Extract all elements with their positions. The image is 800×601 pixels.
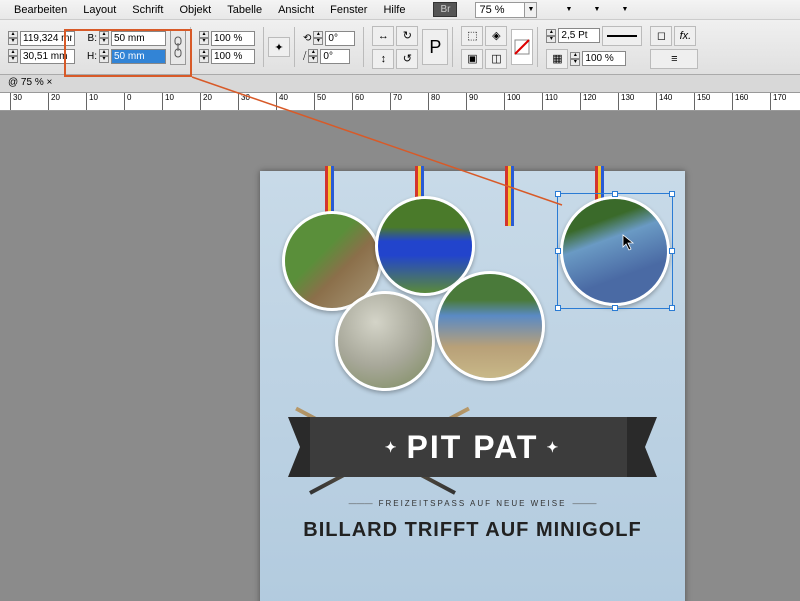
rotate-ccw-icon[interactable]: ↺ xyxy=(396,49,418,69)
scale-x-input[interactable] xyxy=(211,31,255,46)
shear-input[interactable] xyxy=(320,49,350,64)
text-wrap-icon[interactable]: ≡ xyxy=(650,49,698,69)
menu-hilfe[interactable]: Hilfe xyxy=(375,2,413,18)
view-mode-1-icon[interactable]: ▼ xyxy=(557,2,579,18)
scale-x-spinner[interactable]: ▴▾ xyxy=(199,31,209,45)
photo-circle-5[interactable] xyxy=(435,271,545,381)
view-mode-3-icon[interactable]: ▼ xyxy=(613,2,635,18)
opacity-input[interactable] xyxy=(582,51,626,66)
rotate-spinner[interactable]: ▴▾ xyxy=(313,31,323,45)
ribbon-decoration xyxy=(505,166,513,226)
view-mode-2-icon[interactable]: ▼ xyxy=(585,2,607,18)
zoom-dropdown[interactable]: ▼ xyxy=(525,2,537,18)
fill-none-icon[interactable] xyxy=(511,29,533,65)
effects-icon[interactable]: ✦ xyxy=(268,37,290,57)
stroke-style-dropdown[interactable] xyxy=(602,26,642,46)
paragraph-icon[interactable]: P xyxy=(422,29,448,65)
menu-bearbeiten[interactable]: Bearbeiten xyxy=(6,2,75,18)
stroke-weight-spinner[interactable]: ▴▾ xyxy=(546,29,556,43)
flip-h-icon[interactable]: ↔ xyxy=(372,26,394,46)
x-position-input[interactable] xyxy=(20,31,75,46)
height-input[interactable] xyxy=(111,49,166,64)
flyer-subhead: BILLARD TRIFFT AUF MINIGOLF xyxy=(260,519,685,542)
selection-box xyxy=(557,193,673,309)
fx-icon[interactable]: fx. xyxy=(674,26,696,46)
flyer-title: PIT PAT xyxy=(407,429,539,466)
star-icon: ✦ xyxy=(538,439,568,456)
scale-y-input[interactable] xyxy=(211,49,255,64)
fit-frame-icon[interactable]: ▣ xyxy=(461,49,483,69)
width-spinner[interactable]: ▴▾ xyxy=(99,31,109,45)
menu-tabelle[interactable]: Tabelle xyxy=(219,2,270,18)
bridge-button[interactable]: Br xyxy=(433,2,457,17)
control-bar: ▴▾ ▴▾ B: ▴▾ H: ▴▾ ▴▾ ▴▾ ✦ xyxy=(0,20,800,75)
opacity-spinner[interactable]: ▴▾ xyxy=(570,52,580,66)
document-tab[interactable]: @ 75 % × xyxy=(0,75,800,93)
document-canvas[interactable]: ✦PIT PAT✦ FREIZEITSPASS AUF NEUE WEISE B… xyxy=(0,111,800,601)
menu-ansicht[interactable]: Ansicht xyxy=(270,2,322,18)
select-container-icon[interactable]: ⬚ xyxy=(461,26,483,46)
rotate-icon: ⟲ xyxy=(303,33,311,44)
select-content-icon[interactable]: ◈ xyxy=(485,26,507,46)
menu-objekt[interactable]: Objekt xyxy=(171,2,219,18)
menu-fenster[interactable]: Fenster xyxy=(322,2,375,18)
shear-icon: ⧸ xyxy=(303,51,306,62)
flip-v-icon[interactable]: ↕ xyxy=(372,49,394,69)
stroke-weight-input[interactable] xyxy=(558,28,600,43)
flyer-page[interactable]: ✦PIT PAT✦ FREIZEITSPASS AUF NEUE WEISE B… xyxy=(260,171,685,601)
height-label: H: xyxy=(83,51,97,62)
width-input[interactable] xyxy=(111,31,166,46)
photo-circle-4[interactable] xyxy=(335,291,435,391)
y-spinner[interactable]: ▴▾ xyxy=(8,49,18,63)
rotation-input[interactable] xyxy=(325,31,355,46)
fit-content-icon[interactable]: ◫ xyxy=(485,49,507,69)
width-label: B: xyxy=(83,33,97,44)
shear-spinner[interactable]: ▴▾ xyxy=(308,49,318,63)
zoom-input[interactable] xyxy=(475,2,525,18)
flyer-tagline: FREIZEITSPASS AUF NEUE WEISE xyxy=(260,499,685,508)
rotate-cw-icon[interactable]: ↻ xyxy=(396,26,418,46)
image-icon[interactable]: ▦ xyxy=(546,49,568,69)
scale-y-spinner[interactable]: ▴▾ xyxy=(199,49,209,63)
x-spinner[interactable]: ▴▾ xyxy=(8,31,18,45)
star-icon: ✦ xyxy=(377,439,407,456)
y-position-input[interactable] xyxy=(20,49,75,64)
height-spinner[interactable]: ▴▾ xyxy=(99,49,109,63)
corner-options-icon[interactable]: ◻ xyxy=(650,26,672,46)
horizontal-ruler[interactable]: 302010 01020 304050 607080 90100110 1201… xyxy=(0,93,800,111)
main-menubar: Bearbeiten Layout Schrift Objekt Tabelle… xyxy=(0,0,800,20)
link-dimensions-icon[interactable] xyxy=(170,29,186,65)
title-banner[interactable]: ✦PIT PAT✦ xyxy=(310,417,635,477)
menu-layout[interactable]: Layout xyxy=(75,2,124,18)
menu-schrift[interactable]: Schrift xyxy=(124,2,171,18)
